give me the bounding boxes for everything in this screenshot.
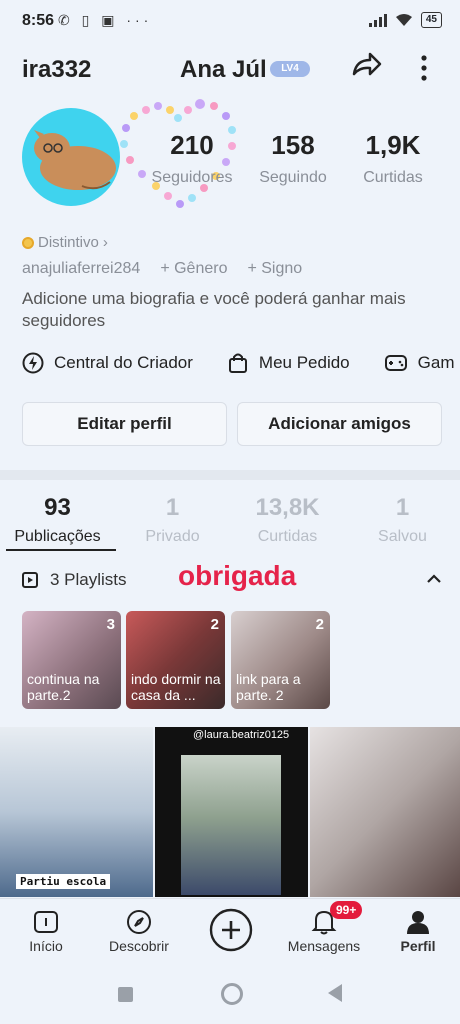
nav-profile-label: Perfil xyxy=(400,938,436,954)
nav-home-label: Início xyxy=(29,938,63,954)
profile-tags: anajuliaferrei284 + Gênero + Signo xyxy=(22,260,302,278)
display-name: Ana Júl xyxy=(180,56,267,83)
followers-count: 210 xyxy=(170,130,214,160)
following-count: 158 xyxy=(271,130,315,160)
messages-count-badge: 99+ xyxy=(330,901,363,919)
creator-center-button[interactable]: Central do Criador xyxy=(22,352,193,374)
tab-likes[interactable]: 13,8K Curtidas xyxy=(230,494,345,546)
tab-saved[interactable]: 1 Salvou xyxy=(345,494,460,546)
more-options-icon[interactable] xyxy=(414,52,434,89)
bio-prompt[interactable]: Adicione uma biografia e você poderá gan… xyxy=(22,288,442,332)
playlist-count: 2 xyxy=(210,616,219,633)
nav-profile[interactable]: Perfil xyxy=(392,906,444,954)
games-button[interactable]: Gam xyxy=(384,352,455,374)
share-icon[interactable] xyxy=(350,52,382,89)
video-thumbnail[interactable]: @laura.beatriz0125 xyxy=(155,727,308,897)
playlist-caption: link para a parte. 2 xyxy=(236,671,301,703)
add-friends-button[interactable]: Adicionar amigos xyxy=(237,402,442,446)
status-right: 45 xyxy=(368,12,442,28)
games-label: Gam xyxy=(417,353,455,372)
tab-posts[interactable]: 93 Publicações xyxy=(0,494,115,546)
gamepad-icon xyxy=(384,355,407,371)
following-label: Seguindo xyxy=(259,169,327,186)
playlist-caption: indo dormir na casa da ... xyxy=(131,671,221,703)
playlists-header[interactable]: 3 Playlists xyxy=(22,570,127,590)
create-post-button[interactable] xyxy=(209,908,253,957)
signal-icon xyxy=(368,13,387,27)
active-tab-indicator xyxy=(6,549,116,551)
nav-discover-label: Descobrir xyxy=(109,938,169,954)
compass-icon xyxy=(127,910,151,934)
video-caption: Partiu escola xyxy=(16,874,111,889)
likes-label: Curtidas xyxy=(363,169,423,186)
system-navigation-bar xyxy=(0,968,460,1024)
stat-likes[interactable]: 1,9K Curtidas xyxy=(346,130,440,187)
level-badge: LV4 xyxy=(270,61,310,77)
stat-following[interactable]: 158 Seguindo xyxy=(246,130,340,187)
playlist-card[interactable]: 2 link para a parte. 2 xyxy=(231,611,330,709)
back-icon[interactable] xyxy=(328,984,342,1002)
video-thumbnail[interactable] xyxy=(310,727,460,897)
recent-apps-icon[interactable] xyxy=(118,987,133,1002)
chevron-up-icon[interactable] xyxy=(426,572,442,590)
playlist-caption: continua na parte.2 xyxy=(27,671,100,703)
followers-label: Seguidores xyxy=(151,169,233,186)
playlist-count: 2 xyxy=(315,616,324,633)
battery-indicator: 45 xyxy=(420,12,442,28)
plus-icon xyxy=(209,908,253,952)
badge-label: Distintivo xyxy=(38,234,99,251)
edit-profile-button[interactable]: Editar perfil xyxy=(22,402,227,446)
badge-icon xyxy=(22,236,34,249)
liked-label: Curtidas xyxy=(257,528,318,545)
nav-discover[interactable]: Descobrir xyxy=(104,906,174,954)
username-switcher[interactable]: ira332 xyxy=(22,56,91,84)
badge-link[interactable]: Distintivo › xyxy=(22,234,108,251)
playlists-count-label: 3 Playlists xyxy=(50,570,127,589)
notification-icons: ✆ ▯ ▣ ··· xyxy=(58,12,153,28)
handle: anajuliaferrei284 xyxy=(22,260,141,277)
person-icon xyxy=(407,911,429,934)
playlist-card[interactable]: 2 indo dormir na casa da ... xyxy=(126,611,225,709)
likes-count: 1,9K xyxy=(365,130,421,160)
wifi-icon xyxy=(395,14,412,26)
stat-followers[interactable]: 210 Seguidores xyxy=(140,130,244,187)
video-thumbnail[interactable]: Partiu escola xyxy=(0,727,153,897)
clock: 8:56 xyxy=(22,12,55,29)
bag-icon xyxy=(228,353,247,373)
my-order-label: Meu Pedido xyxy=(258,353,350,372)
saved-count: 1 xyxy=(395,494,410,521)
avatar[interactable] xyxy=(22,108,120,206)
add-sign-button[interactable]: + Signo xyxy=(247,260,302,278)
playlist-icon xyxy=(22,572,38,588)
my-order-button[interactable]: Meu Pedido xyxy=(227,352,350,374)
add-gender-button[interactable]: + Gênero xyxy=(160,260,227,278)
playlist-card[interactable]: 3 continua na parte.2 xyxy=(22,611,121,709)
status-bar: 8:56 ✆ ▯ ▣ ··· 45 xyxy=(0,0,460,44)
nav-messages-label: Mensagens xyxy=(287,938,361,954)
private-label: Privado xyxy=(145,528,200,545)
home-system-icon[interactable] xyxy=(221,983,243,1005)
playlist-count: 3 xyxy=(106,616,115,633)
video-caption: @laura.beatriz0125 xyxy=(193,729,290,741)
chevron-right-icon: › xyxy=(102,234,108,251)
creator-center-label: Central do Criador xyxy=(54,353,193,372)
posts-count: 93 xyxy=(44,494,71,521)
video-inner-image xyxy=(181,755,281,895)
home-icon xyxy=(34,911,58,933)
section-divider xyxy=(0,470,460,480)
private-count: 1 xyxy=(165,494,180,521)
lightning-icon xyxy=(22,352,44,374)
posts-label: Publicações xyxy=(14,528,101,545)
creator-tools-row: Central do Criador Meu Pedido Gam xyxy=(22,352,454,374)
saved-label: Salvou xyxy=(378,528,427,545)
liked-count: 13,8K xyxy=(255,494,320,521)
sticker-text: obrigada xyxy=(178,560,297,591)
nav-home[interactable]: Início xyxy=(18,906,74,954)
tab-private[interactable]: 1 Privado xyxy=(115,494,230,546)
